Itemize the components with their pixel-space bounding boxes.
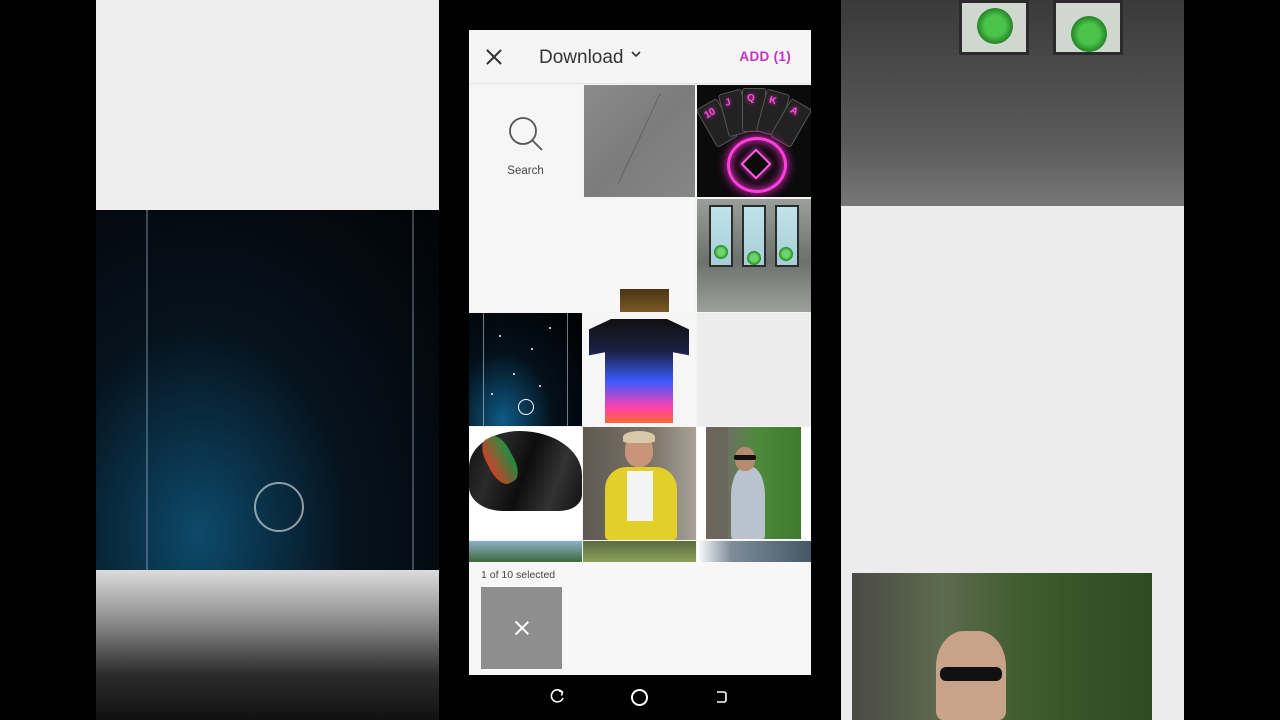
person-shape [731, 467, 765, 539]
system-nav-bar [469, 675, 811, 720]
hair-image[interactable] [469, 427, 582, 540]
background-line [412, 210, 414, 570]
selection-count: 1 of 10 selected [481, 569, 556, 581]
gray-texture-image[interactable] [584, 85, 695, 197]
virus-shape [714, 245, 728, 259]
selection-tray: 1 of 10 selected [469, 562, 811, 675]
background-blur-right [841, 0, 1184, 720]
chevron-down-icon[interactable] [630, 48, 642, 60]
remove-icon[interactable] [513, 619, 531, 637]
frame-line [567, 313, 568, 426]
tree-trunk [706, 427, 728, 539]
sunglasses-shape [734, 455, 756, 460]
recent-apps-icon[interactable] [713, 689, 729, 705]
background-glasses [940, 667, 1002, 681]
photo-grid[interactable]: Search 10 J Q K A [469, 85, 811, 562]
background-circle [254, 482, 304, 532]
background-hair-area [96, 570, 439, 720]
shirt-shape [627, 471, 653, 521]
background-stars-area [96, 210, 439, 570]
neon-cards-image[interactable]: 10 J Q K A [697, 85, 811, 197]
add-button[interactable]: ADD (1) [739, 49, 791, 64]
flame-shirt [589, 319, 689, 423]
search-label: Search [507, 165, 544, 177]
yellow-jacket-photo[interactable] [583, 427, 696, 540]
virus-room-image[interactable] [697, 199, 811, 312]
background-virus [977, 8, 1013, 44]
texture-crack [618, 93, 695, 183]
virus-shape [747, 251, 761, 265]
search-tile[interactable]: Search [469, 85, 582, 198]
background-blur-left [96, 0, 439, 720]
home-icon[interactable] [631, 689, 648, 706]
selected-thumbnail[interactable] [481, 587, 562, 669]
star-dot [539, 385, 541, 387]
star-dot [531, 348, 533, 350]
star-dot [513, 373, 515, 375]
partial-photo[interactable] [469, 541, 582, 562]
star-dot [499, 335, 501, 337]
top-bar: Download ADD (1) [469, 30, 811, 84]
partial-photo[interactable] [697, 541, 811, 562]
background-portrait [852, 573, 1152, 720]
folder-title[interactable]: Download [539, 47, 624, 69]
ring-shape [518, 399, 534, 415]
partial-photo[interactable] [583, 541, 696, 562]
search-icon [509, 117, 543, 151]
caption-chip-image[interactable] [469, 199, 695, 312]
background-line [146, 210, 148, 570]
virus-shape [779, 247, 793, 261]
close-icon[interactable] [481, 44, 507, 70]
gallery-picker: Download ADD (1) Search 10 J Q K A 1 of … [469, 30, 811, 675]
mini-poster-image[interactable] [620, 289, 669, 312]
frame-line [483, 313, 484, 426]
hair-top-shape [623, 431, 655, 443]
star-dot [491, 393, 493, 395]
background-virus [1071, 16, 1107, 52]
screen: Download ADD (1) Search 10 J Q K A 1 of … [0, 0, 1280, 720]
stars-screenshot-image[interactable] [469, 313, 582, 426]
flame-shirt-image[interactable] [583, 313, 696, 426]
background-room [841, 0, 1184, 206]
tree-portrait-photo[interactable] [697, 427, 811, 540]
back-icon[interactable] [550, 689, 566, 705]
background-white-area [96, 0, 439, 210]
star-dot [549, 327, 551, 329]
empty-tile [697, 313, 811, 426]
